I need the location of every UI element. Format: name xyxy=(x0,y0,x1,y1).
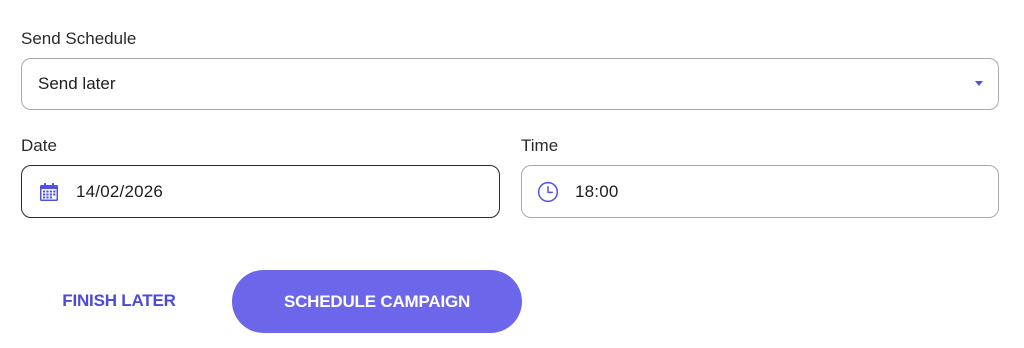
send-schedule-value: Send later xyxy=(38,74,116,93)
chevron-down-icon[interactable] xyxy=(975,81,983,86)
send-schedule-label: Send Schedule xyxy=(21,29,137,48)
finish-later-button[interactable]: FINISH LATER xyxy=(40,280,198,322)
send-schedule-select[interactable]: Send later xyxy=(21,58,999,110)
time-field[interactable]: 18:00 xyxy=(521,165,999,218)
date-field[interactable]: 14/02/2026 xyxy=(21,165,500,218)
time-label: Time xyxy=(521,136,559,155)
date-value: 14/02/2026 xyxy=(76,181,164,201)
date-label: Date xyxy=(21,136,57,155)
calendar-icon[interactable] xyxy=(38,181,60,203)
time-value: 18:00 xyxy=(575,181,619,201)
clock-icon[interactable] xyxy=(537,181,559,203)
schedule-campaign-button[interactable]: SCHEDULE CAMPAIGN xyxy=(232,270,522,333)
